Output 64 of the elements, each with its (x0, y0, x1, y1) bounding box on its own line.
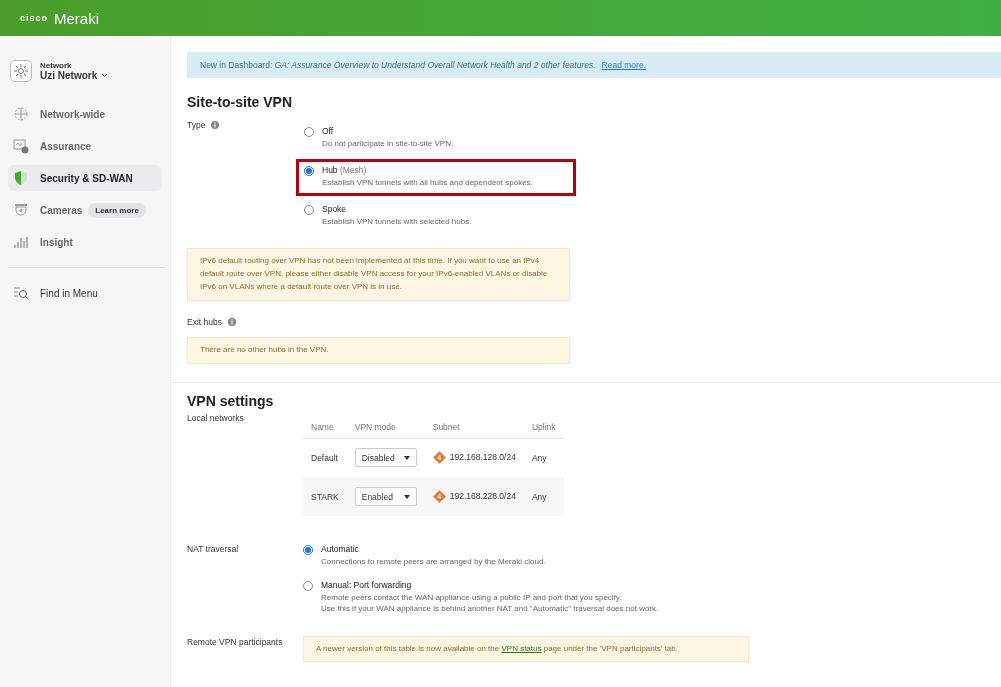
monitor-check-icon (13, 138, 29, 154)
sidebar-item[interactable]: Security & SD-WAN (8, 165, 162, 191)
field-label: NAT traversal (187, 544, 239, 555)
notice-text: A newer version of this table is now available on the VPN status page under the 'VPN participants' tab. (316, 643, 678, 656)
bar-chart-icon (13, 234, 29, 250)
option-label: Off (322, 126, 335, 136)
find-in-menu[interactable]: Find in Menu (8, 280, 162, 306)
camera-icon (13, 202, 29, 218)
section-title: VPN settings (187, 392, 275, 409)
option-description: Establish VPN tunnels with all hubs and dependent spokes. (322, 177, 533, 189)
field-label: Type (187, 120, 206, 130)
option-description: Establish VPN tunnels with selected hubs. (322, 216, 472, 228)
search-icon (13, 285, 29, 301)
field-label: Remote VPN participants (187, 636, 283, 650)
shield-icon (13, 170, 29, 186)
column-header: VPN mode (346, 417, 425, 439)
vpn-mode-dropdown[interactable]: Enabled (354, 487, 417, 507)
info-icon (211, 121, 220, 129)
sidebar-item[interactable]: Cameras Learn more (8, 197, 162, 223)
network-label: Network (40, 61, 73, 70)
option-label: Spoke (322, 203, 348, 214)
read-more-link[interactable]: Read more. (601, 60, 647, 70)
field-label: Exit hubs (187, 316, 222, 327)
option-label: Hub (Mesh) (322, 164, 368, 175)
table-cell: Default (303, 438, 347, 478)
network-selector[interactable]: Uzi Network (40, 70, 109, 81)
option-label: Manual: Port forwarding (321, 579, 413, 590)
caret-icon (403, 455, 410, 460)
chevron-down-icon (101, 73, 109, 78)
network-icon (10, 60, 32, 82)
announcement-text: New in Dashboard: GA: Assurance Overview to Understand Overall Network Health and 2 other features. (200, 60, 596, 70)
option-description: Connections to remote peers are arranged by the Meraki cloud. (321, 557, 546, 568)
option-label: Automatic (321, 544, 360, 555)
table-cell: Any (523, 438, 564, 478)
table-cell: STARK (303, 477, 347, 517)
vpn-status-link[interactable]: VPN status (501, 644, 542, 654)
brand-name: Meraki (54, 9, 100, 27)
radio-option[interactable]: Off Do not participate in site-to-site VPN. (296, 120, 576, 157)
sidebar-item[interactable]: Insight (8, 229, 162, 255)
info-icon (227, 317, 236, 326)
caret-icon (403, 494, 410, 499)
column-header: Name (303, 417, 347, 439)
field-label: Local networks (187, 412, 244, 423)
globe-icon (13, 106, 29, 122)
table-cell: Any (523, 477, 564, 517)
radio-button[interactable] (303, 545, 313, 556)
option-description: Use this if your WAN appliance is behind another NAT and "Automatic" traversal does not work. (321, 603, 659, 615)
info-notice: There are no other hubs in the VPN. (187, 336, 570, 364)
logo-mark: cisco (20, 13, 48, 23)
radio-option[interactable]: Spoke Establish VPN tunnels with selected hubs. (296, 197, 576, 235)
radio-button[interactable] (304, 204, 314, 215)
warning-notice: IPv6 default routing over VPN has not been implemented at this time. If you want to use an IPv4 default route over VPN, please either disable VPN access for your IPv6-enabled VLANs or disable IPv6 on VLANs where a default route over VPN is in use. (187, 248, 570, 301)
option-description: Do not participate in site-to-site VPN. (322, 139, 454, 150)
radio-button[interactable] (304, 165, 314, 176)
sidebar-item[interactable]: Network-wide (8, 101, 162, 127)
radio-button[interactable] (304, 127, 314, 137)
vpn-mode-dropdown[interactable]: Disabled (354, 448, 417, 468)
sidebar-item[interactable]: Assurance (8, 133, 162, 159)
option-description: Remote peers contact the WAN appliance using a public IP and port that you specify. (321, 592, 623, 604)
column-header: Subnet (424, 417, 524, 439)
section-title: Site-to-site VPN (187, 94, 293, 110)
learn-more-badge[interactable]: Learn more (88, 202, 146, 218)
column-header: Uplink (523, 417, 564, 439)
radio-button[interactable] (303, 580, 313, 591)
